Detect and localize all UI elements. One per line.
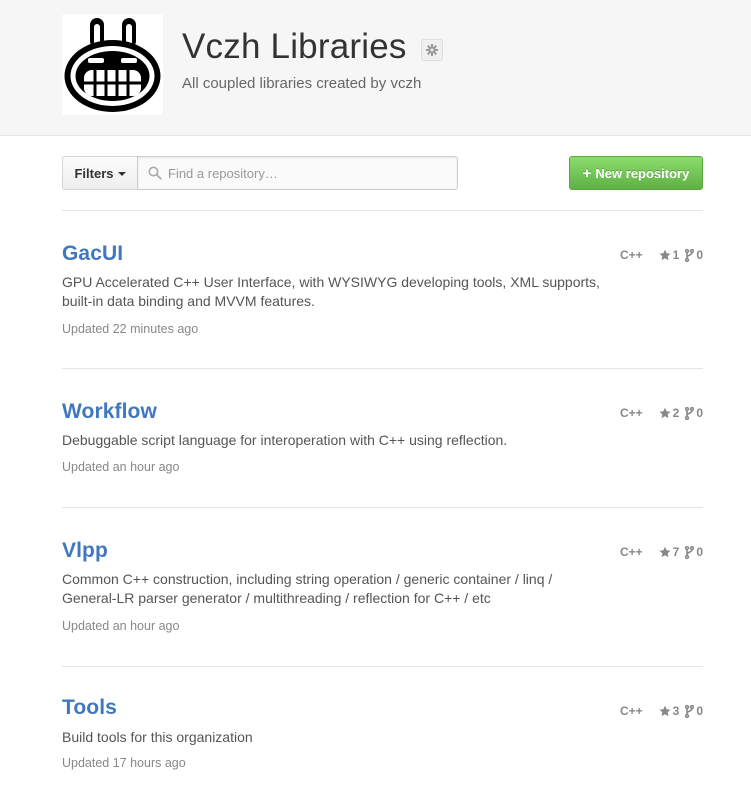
- star-icon: [659, 546, 671, 558]
- forks-link[interactable]: 0: [685, 248, 703, 262]
- repo-description: Common C++ construction, including strin…: [62, 571, 553, 606]
- repo-language: C++: [619, 704, 643, 718]
- repo-name-link[interactable]: Vlpp: [62, 539, 108, 563]
- repo-description: GPU Accelerated C++ User Interface, with…: [62, 274, 600, 309]
- stars-count: 3: [672, 704, 680, 718]
- repo-item: Vlpp C++ 7 0 Common C++ construction, in…: [62, 507, 703, 667]
- filters-dropdown-button[interactable]: Filters: [62, 156, 138, 190]
- filters-label: Filters: [74, 165, 114, 181]
- star-icon: [659, 249, 671, 261]
- stars-link[interactable]: 1: [659, 248, 680, 262]
- repo-language: C++: [619, 248, 643, 262]
- repo-item: Workflow C++ 2 0 Debuggable script langu…: [62, 368, 703, 508]
- fork-icon: [685, 248, 695, 262]
- repo-name-link[interactable]: Workflow: [62, 400, 157, 424]
- repo-name-link[interactable]: GacUI: [62, 242, 123, 266]
- fork-icon: [685, 545, 695, 559]
- org-avatar[interactable]: [62, 14, 163, 115]
- repo-item: GacUI C++ 1 0 GPU Accelerated C++ User I…: [62, 210, 703, 369]
- repo-stats: C++ 7 0: [620, 545, 703, 559]
- forks-link[interactable]: 0: [685, 406, 703, 420]
- stars-count: 1: [672, 248, 680, 262]
- repo-stats: C++ 1 0: [620, 248, 703, 262]
- org-header: Vczh Libraries All coupled libraries cre…: [0, 0, 751, 136]
- repo-search-input[interactable]: [168, 157, 448, 189]
- repo-stats: C++ 3 0: [620, 704, 703, 718]
- repo-description: Build tools for this organization: [62, 729, 253, 745]
- stars-link[interactable]: 3: [659, 704, 680, 718]
- fork-icon: [685, 704, 695, 718]
- org-description: All coupled libraries created by vczh: [182, 75, 422, 92]
- caret-down-icon: [117, 171, 126, 176]
- stars-count: 2: [672, 406, 680, 420]
- forks-count: 0: [696, 545, 703, 559]
- bunny-face-avatar-icon: [64, 18, 161, 112]
- new-repository-label: New repository: [595, 165, 690, 181]
- repo-stats: C++ 2 0: [620, 406, 703, 420]
- plus-icon: +: [582, 164, 592, 182]
- forks-link[interactable]: 0: [685, 545, 703, 559]
- repo-description: Debuggable script language for interoper…: [62, 432, 508, 448]
- star-icon: [659, 407, 671, 419]
- repo-search-box: [137, 156, 458, 190]
- repo-item: Tools C++ 3 0 Build tools for this organ…: [62, 666, 703, 794]
- repo-updated-time: Updated 22 minutes ago: [62, 322, 199, 336]
- stars-link[interactable]: 7: [659, 545, 680, 559]
- star-icon: [659, 705, 671, 717]
- repo-updated-time: Updated an hour ago: [62, 619, 180, 633]
- search-icon: [148, 166, 162, 180]
- repo-name-link[interactable]: Tools: [62, 696, 117, 720]
- org-settings-button[interactable]: [421, 39, 443, 61]
- repo-language: C++: [619, 406, 643, 420]
- forks-link[interactable]: 0: [685, 704, 703, 718]
- repo-language: C++: [619, 545, 643, 559]
- new-repository-button[interactable]: + New repository: [569, 156, 703, 190]
- forks-count: 0: [696, 406, 703, 420]
- forks-count: 0: [696, 704, 703, 718]
- org-name: Vczh Libraries: [182, 27, 407, 66]
- gear-icon: [426, 44, 438, 56]
- repo-updated-time: Updated 17 hours ago: [62, 756, 186, 770]
- fork-icon: [685, 406, 695, 420]
- stars-count: 7: [672, 545, 680, 559]
- stars-link[interactable]: 2: [659, 406, 680, 420]
- forks-count: 0: [696, 248, 703, 262]
- repo-updated-time: Updated an hour ago: [62, 460, 180, 474]
